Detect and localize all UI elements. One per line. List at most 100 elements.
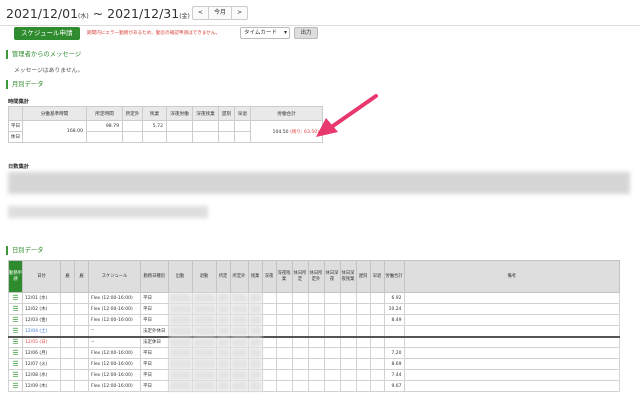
- row-date: 12/08 (水): [22, 369, 61, 381]
- row-clock-out: [191, 380, 217, 392]
- col-early: 早退: [369, 260, 385, 293]
- hamburger-icon[interactable]: ☰: [8, 325, 23, 337]
- days-summary-title: 日数集計: [8, 164, 30, 170]
- table-row: ☰ 12/07 (火) Flex (12:00-16:00) 平日 8.69: [8, 358, 620, 370]
- row-schedule: --: [88, 335, 141, 348]
- row-notes: [403, 314, 620, 326]
- row-total: 7.44: [383, 369, 405, 381]
- col-emp-b: 雇: [74, 260, 89, 293]
- col-request: 勤務申請: [8, 260, 23, 293]
- row-schedule: Flex (12:00-16:00): [88, 314, 141, 326]
- hamburger-icon[interactable]: ☰: [8, 303, 23, 315]
- col-notes: 備考: [403, 260, 620, 293]
- row-day-type: 平日: [140, 292, 169, 304]
- row-day-type: 平日: [140, 369, 169, 381]
- hamburger-icon[interactable]: ☰: [8, 358, 23, 370]
- row-clock-out: [191, 325, 217, 337]
- row-total: 6.92: [383, 292, 405, 304]
- blurred-days-summary: [8, 172, 630, 194]
- col-holiday-night: 休日深夜: [323, 260, 341, 293]
- col-holiday-nonsched: 休日所定外: [307, 260, 325, 293]
- row-notes: [403, 292, 620, 304]
- col-date: 日付: [22, 260, 61, 293]
- row-notes: [403, 358, 620, 370]
- row-clock-out: [191, 292, 217, 304]
- hamburger-icon[interactable]: ☰: [8, 347, 23, 359]
- row-clock-out: [191, 347, 217, 359]
- hamburger-icon[interactable]: ☰: [8, 335, 23, 348]
- col-night-overtime: 深夜残業: [275, 260, 293, 293]
- col-day-type: 勤務日種別: [140, 260, 169, 293]
- row-notes: [403, 325, 620, 337]
- row-day-type: 平日: [140, 347, 169, 359]
- table-row: ☰ 12/01 (水) Flex (12:00-16:00) 平日 6.92: [8, 292, 620, 304]
- col-overtime: 残業: [247, 260, 263, 293]
- row-day-type: 法定外休日: [140, 325, 169, 337]
- row-total: 8.49: [383, 314, 405, 326]
- row-day-type: 平日: [140, 380, 169, 392]
- table-row: ☰ 12/02 (木) Flex (12:00-16:00) 平日 10.24: [8, 303, 620, 315]
- row-clock-in: [167, 369, 193, 381]
- col-night: 深夜: [261, 260, 277, 293]
- col-schedule: スケジュール: [88, 260, 141, 293]
- col-clock-out: 退勤: [191, 260, 217, 293]
- row-notes: [403, 303, 620, 315]
- col-emp-a: 雇: [60, 260, 75, 293]
- row-clock-in: [167, 358, 193, 370]
- row-notes: [403, 335, 620, 348]
- col-total: 労働合計: [383, 260, 405, 293]
- row-schedule: Flex (12:00-16:00): [88, 347, 141, 359]
- hamburger-icon[interactable]: ☰: [8, 292, 23, 304]
- row-total: 10.24: [383, 303, 405, 315]
- col-holiday-sched: 休日所定: [291, 260, 309, 293]
- row-clock-in: [167, 325, 193, 337]
- hamburger-icon[interactable]: ☰: [8, 314, 23, 326]
- row-schedule: --: [88, 325, 141, 337]
- col-nonscheduled: 所定外: [229, 260, 249, 293]
- row-clock-out: [191, 358, 217, 370]
- row-notes: [403, 347, 620, 359]
- row-schedule: Flex (12:00-16:00): [88, 303, 141, 315]
- row-day-type: 平日: [140, 303, 169, 315]
- col-scheduled: 所定: [215, 260, 231, 293]
- row-day-type: 法定休日: [140, 335, 169, 348]
- col-late: 遅刻: [355, 260, 371, 293]
- table-row: ☰ 12/06 (月) Flex (12:00-16:00) 平日 7.20: [8, 347, 620, 359]
- row-total: 9.67: [383, 380, 405, 392]
- table-row: ☰ 12/05 (日) -- 法定休日: [8, 335, 620, 348]
- row-date: 12/06 (月): [22, 347, 61, 359]
- hamburger-icon[interactable]: ☰: [8, 380, 23, 392]
- row-date: 12/04 (土): [22, 325, 61, 337]
- row-notes: [403, 380, 620, 392]
- row-clock-out: [191, 303, 217, 315]
- row-total: [383, 325, 405, 337]
- row-schedule: Flex (12:00-16:00): [88, 380, 141, 392]
- row-clock-in: [167, 347, 193, 359]
- row-clock-in: [167, 335, 193, 348]
- row-clock-in: [167, 380, 193, 392]
- row-schedule: Flex (12:00-16:00): [88, 292, 141, 304]
- hamburger-icon[interactable]: ☰: [8, 369, 23, 381]
- row-date: 12/07 (火): [22, 358, 61, 370]
- row-total: [383, 335, 405, 348]
- col-clock-in: 出勤: [167, 260, 193, 293]
- row-clock-out: [191, 314, 217, 326]
- row-date: 12/03 (金): [22, 314, 61, 326]
- table-row: ☰ 12/03 (金) Flex (12:00-16:00) 平日 8.49: [8, 314, 620, 326]
- row-date: 12/09 (木): [22, 380, 61, 392]
- col-holiday-night-ot: 休日深夜残業: [339, 260, 357, 293]
- row-schedule: Flex (12:00-16:00): [88, 369, 141, 381]
- row-date: 12/02 (木): [22, 303, 61, 315]
- row-total: 8.69: [383, 358, 405, 370]
- table-row: ☰ 12/09 (木) Flex (12:00-16:00) 平日 9.67: [8, 380, 620, 392]
- table-row: ☰ 12/04 (土) -- 法定外休日: [8, 325, 620, 337]
- blurred-days-summary-2: [8, 206, 208, 218]
- row-day-type: 平日: [140, 314, 169, 326]
- row-day-type: 平日: [140, 358, 169, 370]
- row-clock-in: [167, 292, 193, 304]
- row-notes: [403, 369, 620, 381]
- row-date: 12/01 (水): [22, 292, 61, 304]
- row-clock-in: [167, 303, 193, 315]
- table-row: ☰ 12/08 (水) Flex (12:00-16:00) 平日 7.44: [8, 369, 620, 381]
- daily-section-title: 日別データ: [6, 246, 43, 255]
